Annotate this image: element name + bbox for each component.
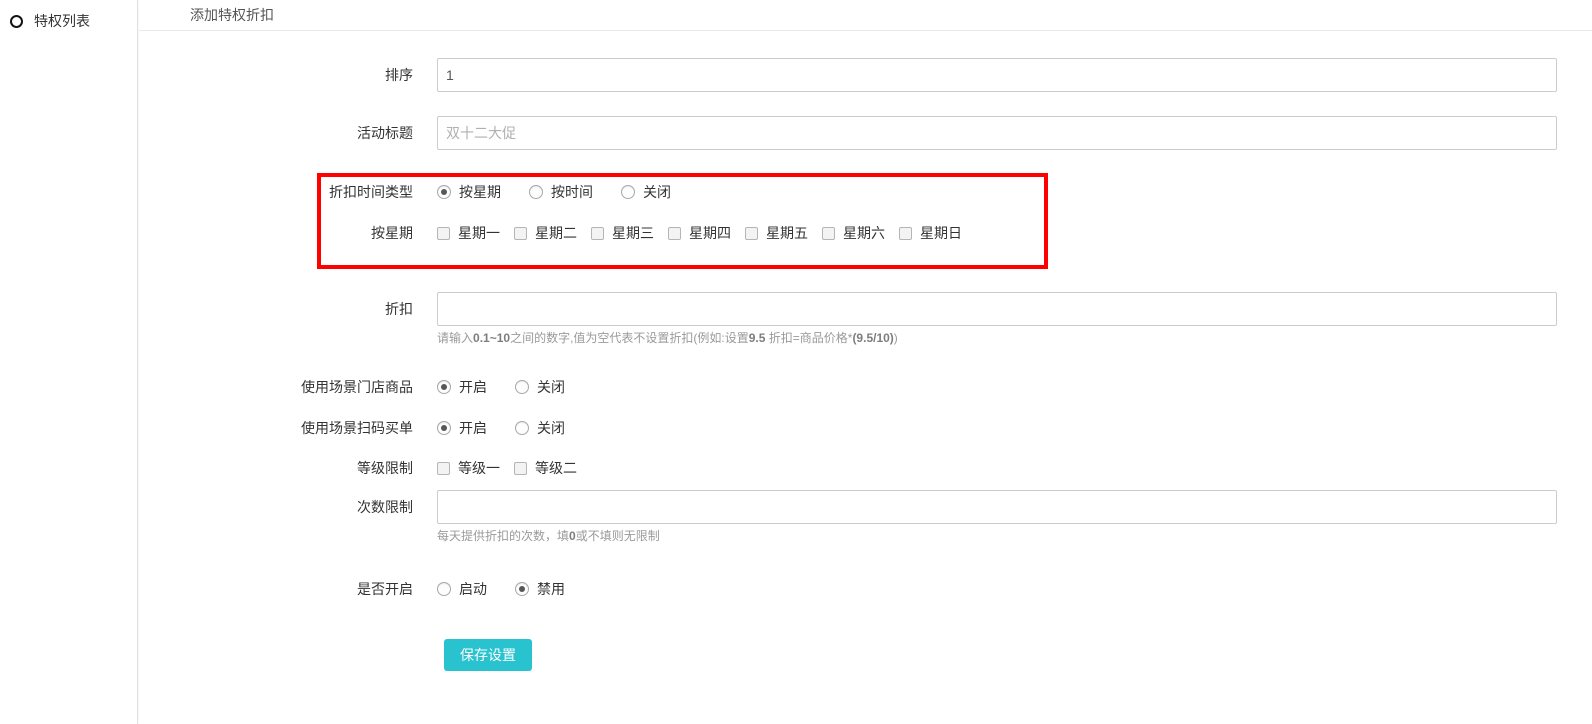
page-title: 添加特权折扣 (190, 5, 274, 25)
form-row-count-limit: 次数限制 每天提供折扣的次数，填0或不填则无限制 (139, 490, 1592, 545)
main-content: 添加特权折扣 排序 活动标题 折扣时间类型 按星期 (139, 0, 1592, 724)
checkbox-option-label: 等级二 (535, 458, 577, 478)
checkbox-icon[interactable] (745, 227, 758, 240)
radio-option-by-time[interactable]: 按时间 (529, 182, 593, 202)
checkbox-option-label: 星期四 (689, 223, 731, 243)
checkbox-icon[interactable] (437, 462, 450, 475)
radio-icon[interactable] (437, 582, 451, 596)
checkbox-option-tuesday[interactable]: 星期二 (514, 223, 577, 243)
checkbox-option-friday[interactable]: 星期五 (745, 223, 808, 243)
radio-option-label: 开启 (459, 418, 487, 438)
checkbox-option-wednesday[interactable]: 星期三 (591, 223, 654, 243)
radio-icon[interactable] (621, 185, 635, 199)
radio-option-store-off[interactable]: 关闭 (515, 377, 565, 397)
radio-option-scan-off[interactable]: 关闭 (515, 418, 565, 438)
form-row-weekdays: 按星期 星期一 星期二 星期三 星期四 (139, 223, 1592, 243)
count-limit-input[interactable] (437, 490, 1557, 524)
checkbox-icon[interactable] (899, 227, 912, 240)
radio-option-label: 按时间 (551, 182, 593, 202)
sort-label: 排序 (139, 58, 413, 92)
discount-input[interactable] (437, 292, 1557, 326)
checkbox-option-label: 星期五 (766, 223, 808, 243)
checkbox-option-monday[interactable]: 星期一 (437, 223, 500, 243)
form-row-scene-store: 使用场景门店商品 开启 关闭 (139, 377, 1592, 397)
time-type-label: 折扣时间类型 (139, 182, 413, 202)
page-header: 添加特权折扣 (139, 0, 1592, 31)
count-limit-hint: 每天提供折扣的次数，填0或不填则无限制 (437, 528, 1557, 545)
activity-title-input[interactable] (437, 116, 1557, 150)
form-row-activity-title: 活动标题 (139, 116, 1592, 150)
form-row-enabled: 是否开启 启动 禁用 (139, 579, 1592, 599)
checkbox-icon[interactable] (514, 227, 527, 240)
radio-option-scan-on[interactable]: 开启 (437, 418, 487, 438)
checkbox-option-saturday[interactable]: 星期六 (822, 223, 885, 243)
radio-option-label: 关闭 (537, 377, 565, 397)
form-row-scene-scan: 使用场景扫码买单 开启 关闭 (139, 418, 1592, 438)
radio-option-closed[interactable]: 关闭 (621, 182, 671, 202)
radio-option-label: 禁用 (537, 579, 565, 599)
checkbox-icon[interactable] (668, 227, 681, 240)
radio-icon[interactable] (437, 380, 451, 394)
checkbox-option-label: 星期二 (535, 223, 577, 243)
checkbox-option-thursday[interactable]: 星期四 (668, 223, 731, 243)
checkbox-option-label: 星期一 (458, 223, 500, 243)
radio-option-label: 关闭 (643, 182, 671, 202)
checkbox-option-label: 星期日 (920, 223, 962, 243)
count-limit-label: 次数限制 (139, 490, 413, 524)
radio-icon[interactable] (437, 185, 451, 199)
radio-icon[interactable] (515, 380, 529, 394)
scene-scan-label: 使用场景扫码买单 (139, 418, 413, 438)
radio-option-label: 关闭 (537, 418, 565, 438)
circle-icon (10, 15, 23, 28)
radio-icon[interactable] (515, 421, 529, 435)
radio-icon[interactable] (529, 185, 543, 199)
scene-store-label: 使用场景门店商品 (139, 377, 413, 397)
form-row-save: 保存设置 (139, 639, 1592, 671)
form-row-level-limit: 等级限制 等级一 等级二 (139, 458, 1592, 478)
radio-icon[interactable] (437, 421, 451, 435)
radio-option-label: 按星期 (459, 182, 501, 202)
radio-option-disable[interactable]: 禁用 (515, 579, 565, 599)
sidebar: 特权列表 (0, 0, 138, 724)
checkbox-option-label: 星期三 (612, 223, 654, 243)
form-row-discount: 折扣 请输入0.1~10之间的数字,值为空代表不设置折扣(例如:设置9.5 折扣… (139, 292, 1592, 347)
level-limit-label: 等级限制 (139, 458, 413, 478)
discount-label: 折扣 (139, 292, 413, 326)
form-row-sort: 排序 (139, 58, 1592, 92)
sidebar-item-privilege-list[interactable]: 特权列表 (0, 0, 137, 42)
enabled-label: 是否开启 (139, 579, 413, 599)
checkbox-option-sunday[interactable]: 星期日 (899, 223, 962, 243)
discount-form: 排序 活动标题 折扣时间类型 按星期 按时间 (139, 31, 1592, 671)
checkbox-option-level-1[interactable]: 等级一 (437, 458, 500, 478)
radio-option-label: 开启 (459, 377, 487, 397)
radio-option-label: 启动 (459, 579, 487, 599)
checkbox-option-label: 星期六 (843, 223, 885, 243)
discount-hint: 请输入0.1~10之间的数字,值为空代表不设置折扣(例如:设置9.5 折扣=商品… (437, 330, 1557, 347)
radio-option-store-on[interactable]: 开启 (437, 377, 487, 397)
radio-option-enable[interactable]: 启动 (437, 579, 487, 599)
sort-input[interactable] (437, 58, 1557, 92)
checkbox-icon[interactable] (822, 227, 835, 240)
radio-icon[interactable] (515, 582, 529, 596)
checkbox-option-level-2[interactable]: 等级二 (514, 458, 577, 478)
activity-title-label: 活动标题 (139, 116, 413, 150)
checkbox-icon[interactable] (591, 227, 604, 240)
checkbox-icon[interactable] (514, 462, 527, 475)
sidebar-item-label: 特权列表 (34, 11, 90, 31)
weekdays-label: 按星期 (139, 223, 413, 243)
form-row-time-type: 折扣时间类型 按星期 按时间 关闭 (139, 182, 1592, 202)
radio-option-by-week[interactable]: 按星期 (437, 182, 501, 202)
checkbox-icon[interactable] (437, 227, 450, 240)
save-settings-button[interactable]: 保存设置 (444, 639, 532, 671)
checkbox-option-label: 等级一 (458, 458, 500, 478)
